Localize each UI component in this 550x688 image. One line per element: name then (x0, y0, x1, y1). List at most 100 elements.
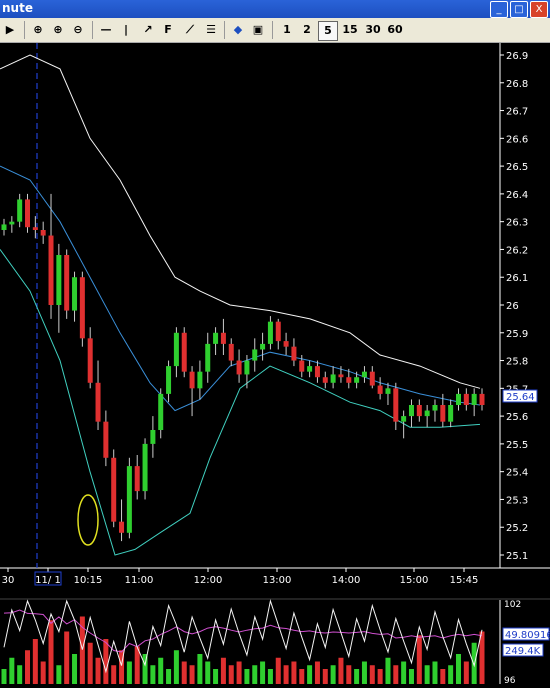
price-tick-label: 25.4 (506, 468, 528, 479)
zoom-plus-icon[interactable]: ⊕ (50, 21, 66, 39)
candle-up (471, 393, 477, 405)
candle-up (17, 199, 23, 222)
candle-down (103, 421, 109, 458)
candle-down (228, 343, 234, 361)
volume-bar (32, 639, 38, 684)
volume-bar (126, 661, 132, 684)
volume-bar (72, 654, 78, 684)
volume-bar (252, 665, 258, 684)
candle-up (252, 349, 258, 361)
candle-down (322, 377, 328, 383)
trend-line-icon[interactable]: ↗ (140, 21, 156, 39)
price-tick-label: 26.5 (506, 162, 528, 173)
candle-up (197, 371, 203, 389)
candle-down (291, 346, 297, 361)
toolbar-separator (224, 21, 225, 39)
volume-bar (401, 661, 407, 684)
volume-bar (158, 657, 164, 684)
volume-bar (9, 657, 15, 684)
interval-60min-button[interactable]: 60 (384, 21, 406, 39)
channel-lines-icon[interactable]: ☰ (203, 21, 219, 39)
price-tick-label: 25.1 (506, 551, 528, 562)
candle-up (385, 388, 391, 394)
volume-bar (369, 665, 375, 684)
candle-up (158, 393, 164, 430)
candle-up (9, 221, 15, 225)
minimize-button[interactable]: _ (490, 1, 508, 18)
volume-bar (103, 639, 109, 684)
volume-bar (408, 669, 414, 684)
volume-bar (393, 665, 399, 684)
volume-bar (346, 665, 352, 684)
candle-up (354, 377, 360, 383)
price-chart[interactable]: 26.9 26.8 26.7 26.6 26.5 26.4 26.3 26.2 26.1 26 25… (0, 43, 550, 686)
horizontal-line-icon[interactable]: — (98, 21, 114, 39)
candle-down (79, 277, 85, 339)
interval-15min-button[interactable]: 15 (340, 21, 360, 39)
play-icon[interactable]: ▶ (2, 21, 18, 39)
candle-down (393, 388, 399, 422)
price-tick-label: 25.6 (506, 412, 528, 423)
volume-bar (213, 669, 219, 684)
maximize-button[interactable]: □ (510, 1, 528, 18)
candle-up (213, 332, 219, 344)
volume-bar (432, 661, 438, 684)
candlesticks (1, 193, 485, 542)
candle-up (361, 371, 367, 378)
interval-30min-button[interactable]: 30 (362, 21, 384, 39)
price-tick-label: 26.9 (506, 51, 528, 62)
candle-down (369, 371, 375, 386)
time-tick-label: 13:00 (263, 575, 292, 586)
indicator-tick-bottom: 96 (504, 676, 516, 684)
indicator-value-label: 49.80916 (505, 630, 550, 641)
time-tick-label: 11:00 (125, 575, 154, 586)
time-tick-label: 14:00 (332, 575, 361, 586)
volume-bar (314, 661, 320, 684)
upper-band-line (0, 54, 481, 389)
volume-bar (205, 661, 211, 684)
interval-1min-button[interactable]: 1 (278, 21, 296, 39)
toolbar-separator (272, 21, 273, 39)
candle-up (56, 255, 62, 305)
fan-lines-icon[interactable]: ⟋ (182, 21, 198, 39)
candle-up (244, 360, 250, 375)
candle-up (432, 405, 438, 411)
time-axis-ticks: 30 11/ 1 10:15 11:00 12:00 13:00 14:00 15:00 15:… (2, 568, 478, 586)
volume-bar (283, 665, 289, 684)
volume-bar (463, 661, 469, 684)
highlight-ellipse (77, 494, 99, 546)
fibonacci-icon[interactable]: F (160, 21, 176, 39)
interval-5min-button[interactable]: 5 (318, 21, 338, 41)
zoom-minus-icon[interactable]: ⊖ (70, 21, 86, 39)
candle-up (72, 277, 78, 311)
candle-down (338, 374, 344, 378)
vertical-line-icon[interactable]: | (118, 21, 134, 39)
volume-bar (267, 669, 273, 684)
window-title: nute (2, 1, 33, 15)
candle-up (401, 416, 407, 422)
candle-up (408, 405, 414, 417)
candle-up (424, 410, 430, 417)
print-icon[interactable]: ▣ (250, 21, 266, 39)
candle-up (173, 332, 179, 367)
bollinger-bands (0, 54, 481, 556)
volume-bar (448, 665, 454, 684)
candle-up (330, 374, 336, 383)
candle-up (260, 343, 266, 350)
candle-down (283, 341, 289, 347)
close-button[interactable]: X (530, 1, 548, 18)
zoom-in-icon[interactable]: ⊕ (30, 21, 46, 39)
chart-area[interactable]: 26.9 26.8 26.7 26.6 26.5 26.4 26.3 26.2 26.1 26 25… (0, 43, 550, 686)
price-axis-ticks: 26.9 26.8 26.7 26.6 26.5 26.4 26.3 26.2 26.1 26 25… (500, 51, 528, 562)
volume-bar (244, 669, 250, 684)
candle-up (455, 393, 461, 405)
volume-bar (322, 669, 328, 684)
candle-down (346, 377, 352, 383)
book-icon[interactable]: ◆ (230, 21, 246, 39)
interval-2min-button[interactable]: 2 (298, 21, 316, 39)
volume-bar (56, 665, 62, 684)
volume-bar (87, 642, 93, 684)
candle-down (111, 457, 117, 522)
volume-bar (181, 661, 187, 684)
volume-bar (1, 669, 7, 684)
